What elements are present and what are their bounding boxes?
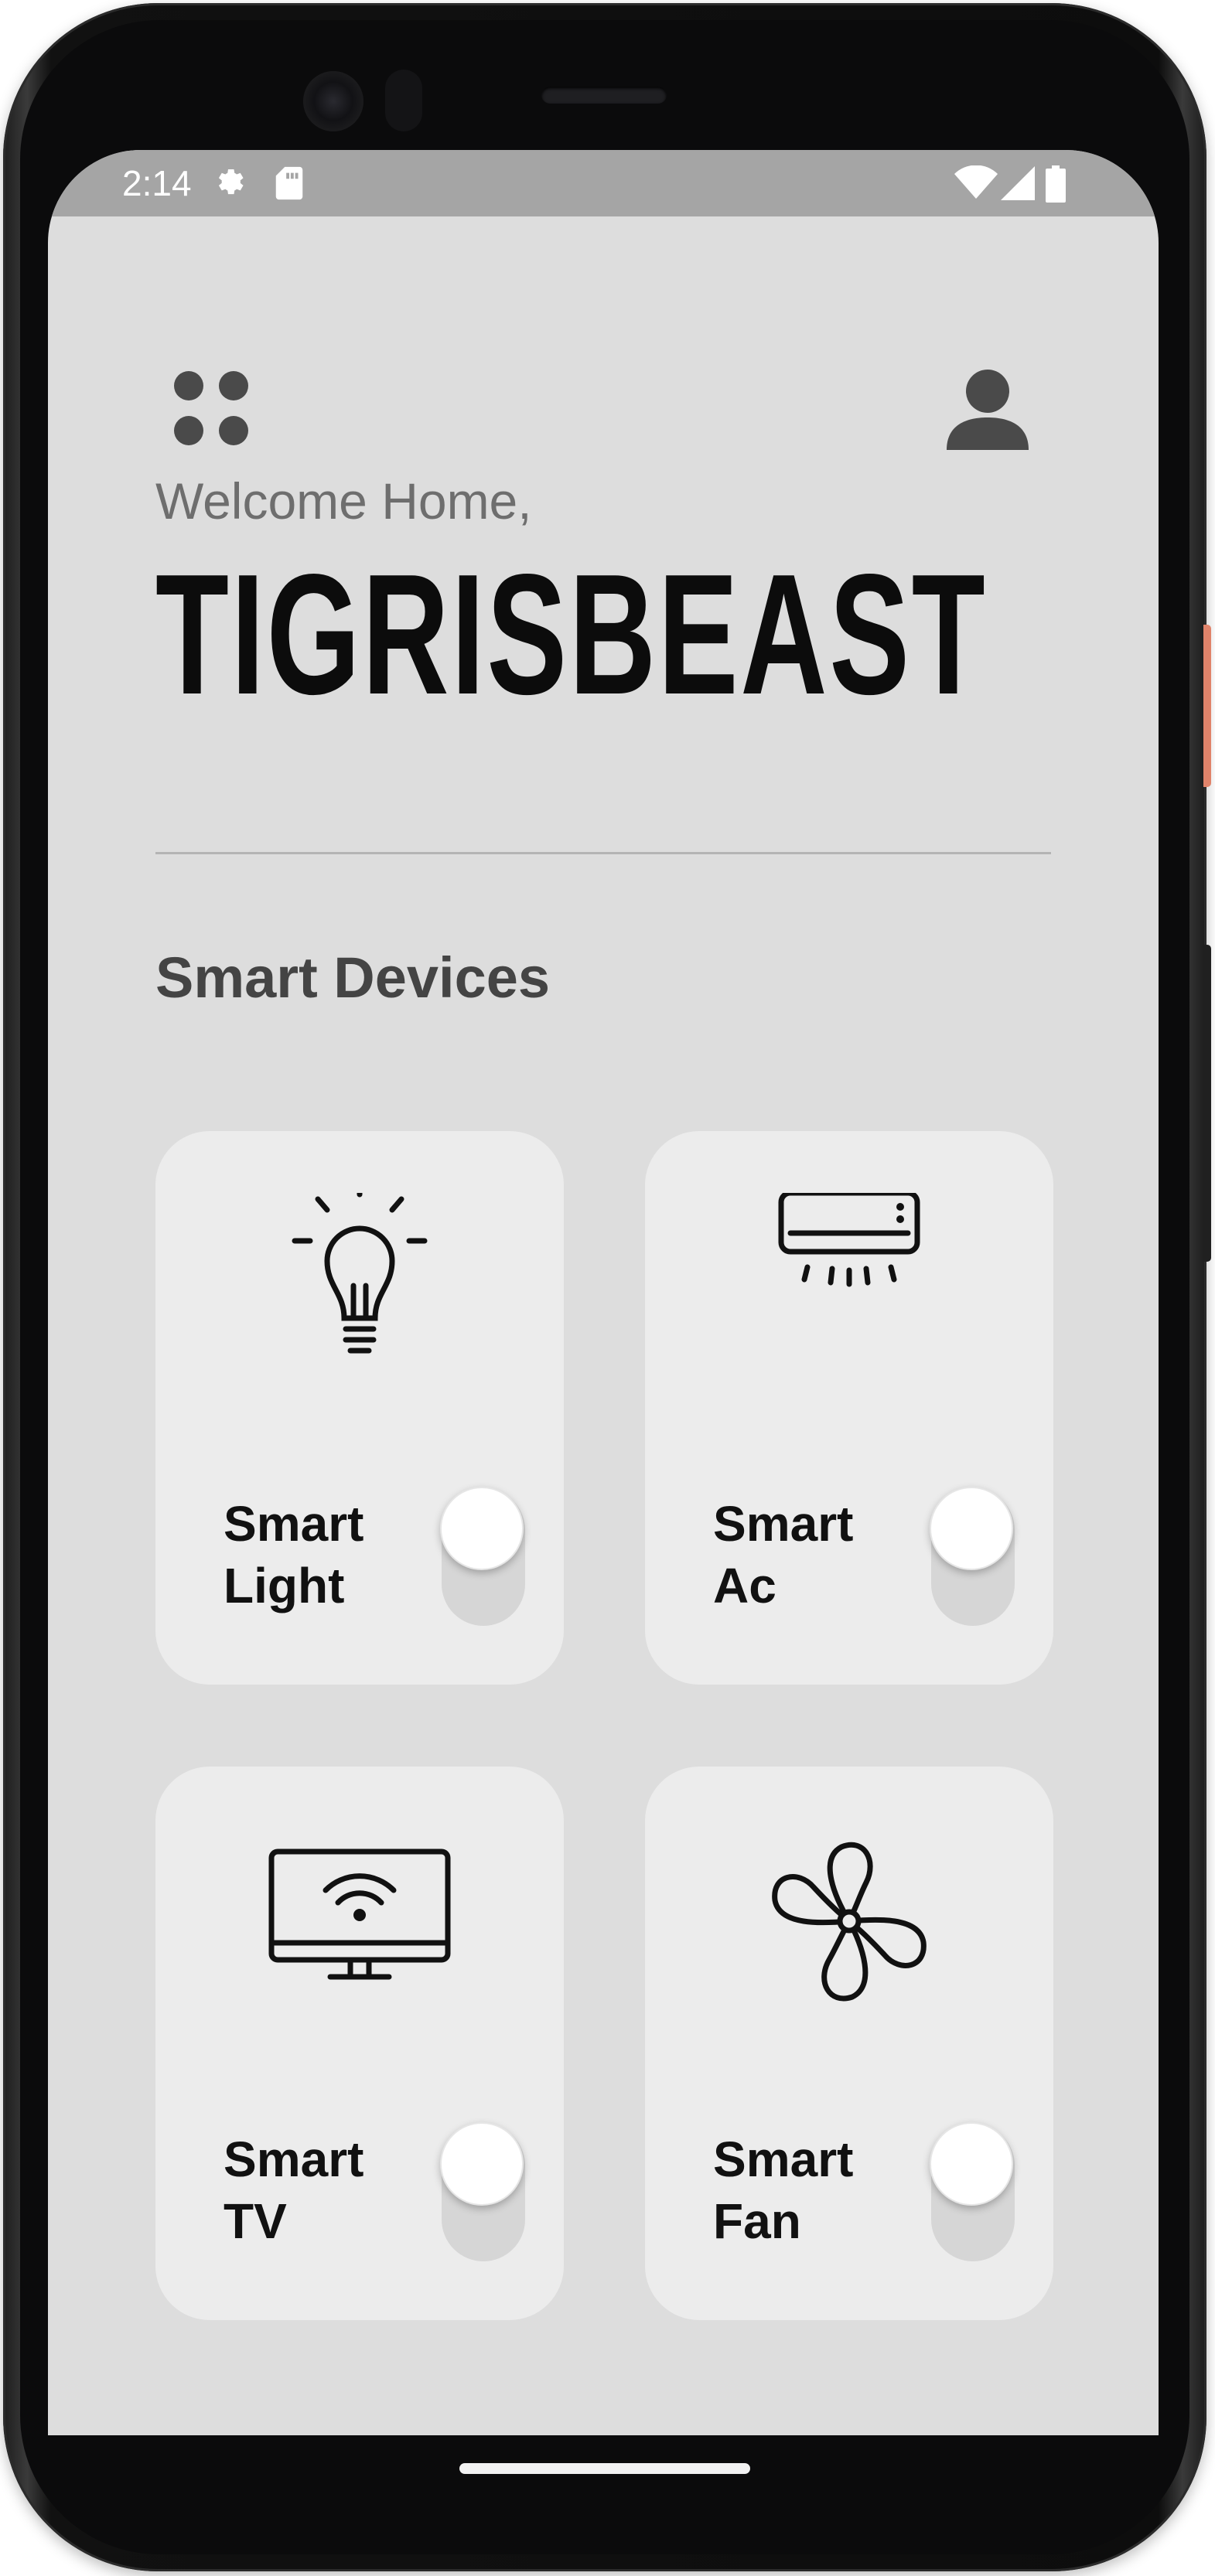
username-title: TIGRISBEAST — [155, 539, 988, 731]
device-name: Smart Ac — [713, 1493, 853, 1617]
home-screen: Welcome Home, TIGRISBEAST Smart Devices — [48, 216, 1159, 2435]
device-name: Smart Light — [224, 1493, 363, 1617]
welcome-text: Welcome Home, — [155, 472, 532, 530]
settings-gear-icon — [210, 165, 246, 204]
section-title: Smart Devices — [155, 946, 551, 1010]
sd-card-icon — [274, 165, 305, 204]
device-card-smart-tv[interactable]: Smart TV — [155, 1767, 564, 2320]
power-toggle[interactable] — [930, 1487, 1015, 1626]
dot — [174, 416, 203, 445]
wifi-icon — [954, 165, 998, 204]
volume-button — [1203, 945, 1211, 1262]
proximity-sensor — [385, 70, 422, 131]
front-camera — [303, 71, 363, 131]
power-toggle[interactable] — [440, 2122, 525, 2261]
power-button — [1203, 625, 1211, 787]
device-name-line1: Smart — [713, 2131, 854, 2187]
device-name: Smart TV — [224, 2128, 363, 2252]
device-name-line2: Ac — [713, 1558, 776, 1613]
device-name: Smart Fan — [713, 2128, 853, 2252]
fan-icon — [645, 1828, 1053, 2014]
air-conditioner-icon — [645, 1190, 1053, 1378]
device-name-line1: Smart — [713, 1496, 854, 1552]
status-bar: 2:14 — [48, 150, 1159, 216]
device-name-line2: Fan — [713, 2193, 801, 2249]
toggle-knob — [440, 2122, 524, 2206]
device-name-line1: Smart — [224, 2131, 364, 2187]
battery-icon — [1046, 165, 1066, 206]
smart-tv-icon — [155, 1828, 564, 2014]
screen: 2:14 Welcome Home, TIGRISBEAST Smart Dev… — [48, 150, 1159, 2435]
grid-dots-icon[interactable] — [174, 371, 256, 453]
earpiece-speaker — [541, 87, 667, 104]
device-card-smart-fan[interactable]: Smart Fan — [645, 1767, 1053, 2320]
dot — [219, 371, 248, 400]
divider — [155, 852, 1051, 854]
device-card-smart-light[interactable]: Smart Light — [155, 1131, 564, 1685]
device-name-line2: Light — [224, 1558, 345, 1613]
power-toggle[interactable] — [440, 1487, 525, 1626]
cell-signal-icon — [1001, 165, 1035, 204]
home-gesture-bar[interactable] — [459, 2463, 750, 2474]
device-card-smart-ac[interactable]: Smart Ac — [645, 1131, 1053, 1685]
power-toggle[interactable] — [930, 2122, 1015, 2261]
toggle-knob — [440, 1487, 524, 1570]
toggle-knob — [930, 2122, 1013, 2206]
device-name-line1: Smart — [224, 1496, 364, 1552]
dot — [174, 371, 203, 400]
person-icon[interactable] — [945, 368, 1030, 453]
lightbulb-icon — [155, 1174, 564, 1378]
toggle-knob — [930, 1487, 1013, 1570]
dot — [219, 416, 248, 445]
device-name-line2: TV — [224, 2193, 287, 2249]
status-time: 2:14 — [122, 163, 192, 203]
